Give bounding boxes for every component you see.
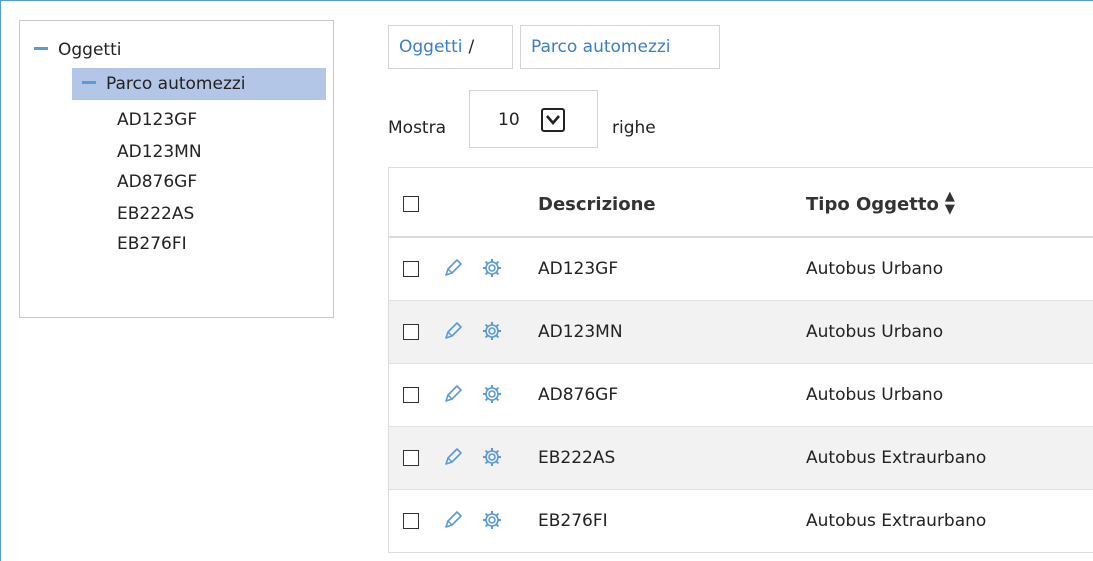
column-header-label: Tipo Oggetto bbox=[806, 194, 939, 215]
cell-descrizione: AD876GF bbox=[538, 385, 619, 405]
gear-icon[interactable] bbox=[481, 257, 503, 279]
pencil-icon[interactable] bbox=[442, 320, 464, 342]
gear-icon[interactable] bbox=[481, 509, 503, 531]
tree-node-oggetti[interactable]: Oggetti bbox=[34, 37, 121, 63]
cell-descrizione: EB222AS bbox=[538, 448, 616, 468]
cell-descrizione: AD123MN bbox=[538, 322, 623, 342]
gear-icon[interactable] bbox=[481, 320, 503, 342]
tree-leaf[interactable]: EB222AS bbox=[117, 201, 194, 227]
tree-leaf[interactable]: AD123MN bbox=[117, 139, 202, 165]
tree-leaf[interactable]: EB276FI bbox=[117, 231, 187, 257]
cell-descrizione: AD123GF bbox=[538, 259, 619, 279]
sort-icon[interactable]: ▲ ▼ bbox=[945, 190, 955, 216]
breadcrumb-item-parco-automezzi[interactable]: Parco automezzi bbox=[520, 25, 720, 69]
tree-node-label: Oggetti bbox=[58, 40, 122, 60]
breadcrumb-link[interactable]: Parco automezzi bbox=[531, 37, 671, 57]
breadcrumb-link[interactable]: Oggetti bbox=[399, 37, 462, 57]
rows-per-page-select[interactable]: 10 bbox=[469, 90, 598, 148]
collapse-icon[interactable] bbox=[34, 46, 48, 50]
objects-table: Descrizione Tipo Oggetto ▲ ▼ AD123GF Autob… bbox=[388, 167, 1093, 553]
cell-tipo-oggetto: Autobus Urbano bbox=[806, 322, 944, 342]
row-checkbox[interactable] bbox=[403, 324, 419, 340]
pencil-icon[interactable] bbox=[442, 257, 464, 279]
table-row: AD876GF Autobus Urbano bbox=[389, 364, 1093, 427]
gear-icon[interactable] bbox=[481, 383, 503, 405]
column-header-tipo-oggetto[interactable]: Tipo Oggetto ▲ ▼ bbox=[806, 190, 955, 218]
table-row: AD123MN Autobus Urbano bbox=[389, 301, 1093, 364]
pencil-icon[interactable] bbox=[442, 509, 464, 531]
row-checkbox[interactable] bbox=[403, 387, 419, 403]
tree-panel: Oggetti Parco automezzi AD123GF AD123MN … bbox=[19, 20, 334, 318]
cell-tipo-oggetto: Autobus Urbano bbox=[806, 385, 944, 405]
row-checkbox[interactable] bbox=[403, 513, 419, 529]
gear-icon[interactable] bbox=[481, 446, 503, 468]
table-header: Descrizione Tipo Oggetto ▲ ▼ bbox=[389, 168, 1093, 238]
tree-leaf[interactable]: AD123GF bbox=[117, 107, 197, 133]
breadcrumb-item-oggetti[interactable]: Oggetti / bbox=[388, 25, 513, 69]
cell-descrizione: EB276FI bbox=[538, 511, 608, 531]
collapse-icon[interactable] bbox=[82, 80, 96, 84]
pencil-icon[interactable] bbox=[442, 446, 464, 468]
show-label: Mostra bbox=[388, 118, 446, 138]
rows-per-page-value: 10 bbox=[498, 110, 520, 130]
table-row: EB276FI Autobus Extraurbano bbox=[389, 490, 1093, 553]
tree-node-parco-automezzi[interactable]: Parco automezzi bbox=[72, 68, 326, 100]
pencil-icon[interactable] bbox=[442, 383, 464, 405]
row-checkbox[interactable] bbox=[403, 261, 419, 277]
table-row: EB222AS Autobus Extraurbano bbox=[389, 427, 1093, 490]
rows-label: righe bbox=[612, 118, 656, 138]
cell-tipo-oggetto: Autobus Extraurbano bbox=[806, 448, 987, 468]
column-header-descrizione[interactable]: Descrizione bbox=[538, 192, 656, 218]
tree-leaf[interactable]: AD876GF bbox=[117, 169, 197, 195]
row-checkbox[interactable] bbox=[403, 450, 419, 466]
tree-node-label: Parco automezzi bbox=[106, 74, 246, 94]
cell-tipo-oggetto: Autobus Urbano bbox=[806, 259, 944, 279]
table-row: AD123GF Autobus Urbano bbox=[389, 238, 1093, 301]
cell-tipo-oggetto: Autobus Extraurbano bbox=[806, 511, 987, 531]
select-all-checkbox[interactable] bbox=[403, 196, 419, 212]
chevron-down-icon[interactable] bbox=[541, 108, 565, 132]
breadcrumb-separator: / bbox=[468, 37, 475, 57]
